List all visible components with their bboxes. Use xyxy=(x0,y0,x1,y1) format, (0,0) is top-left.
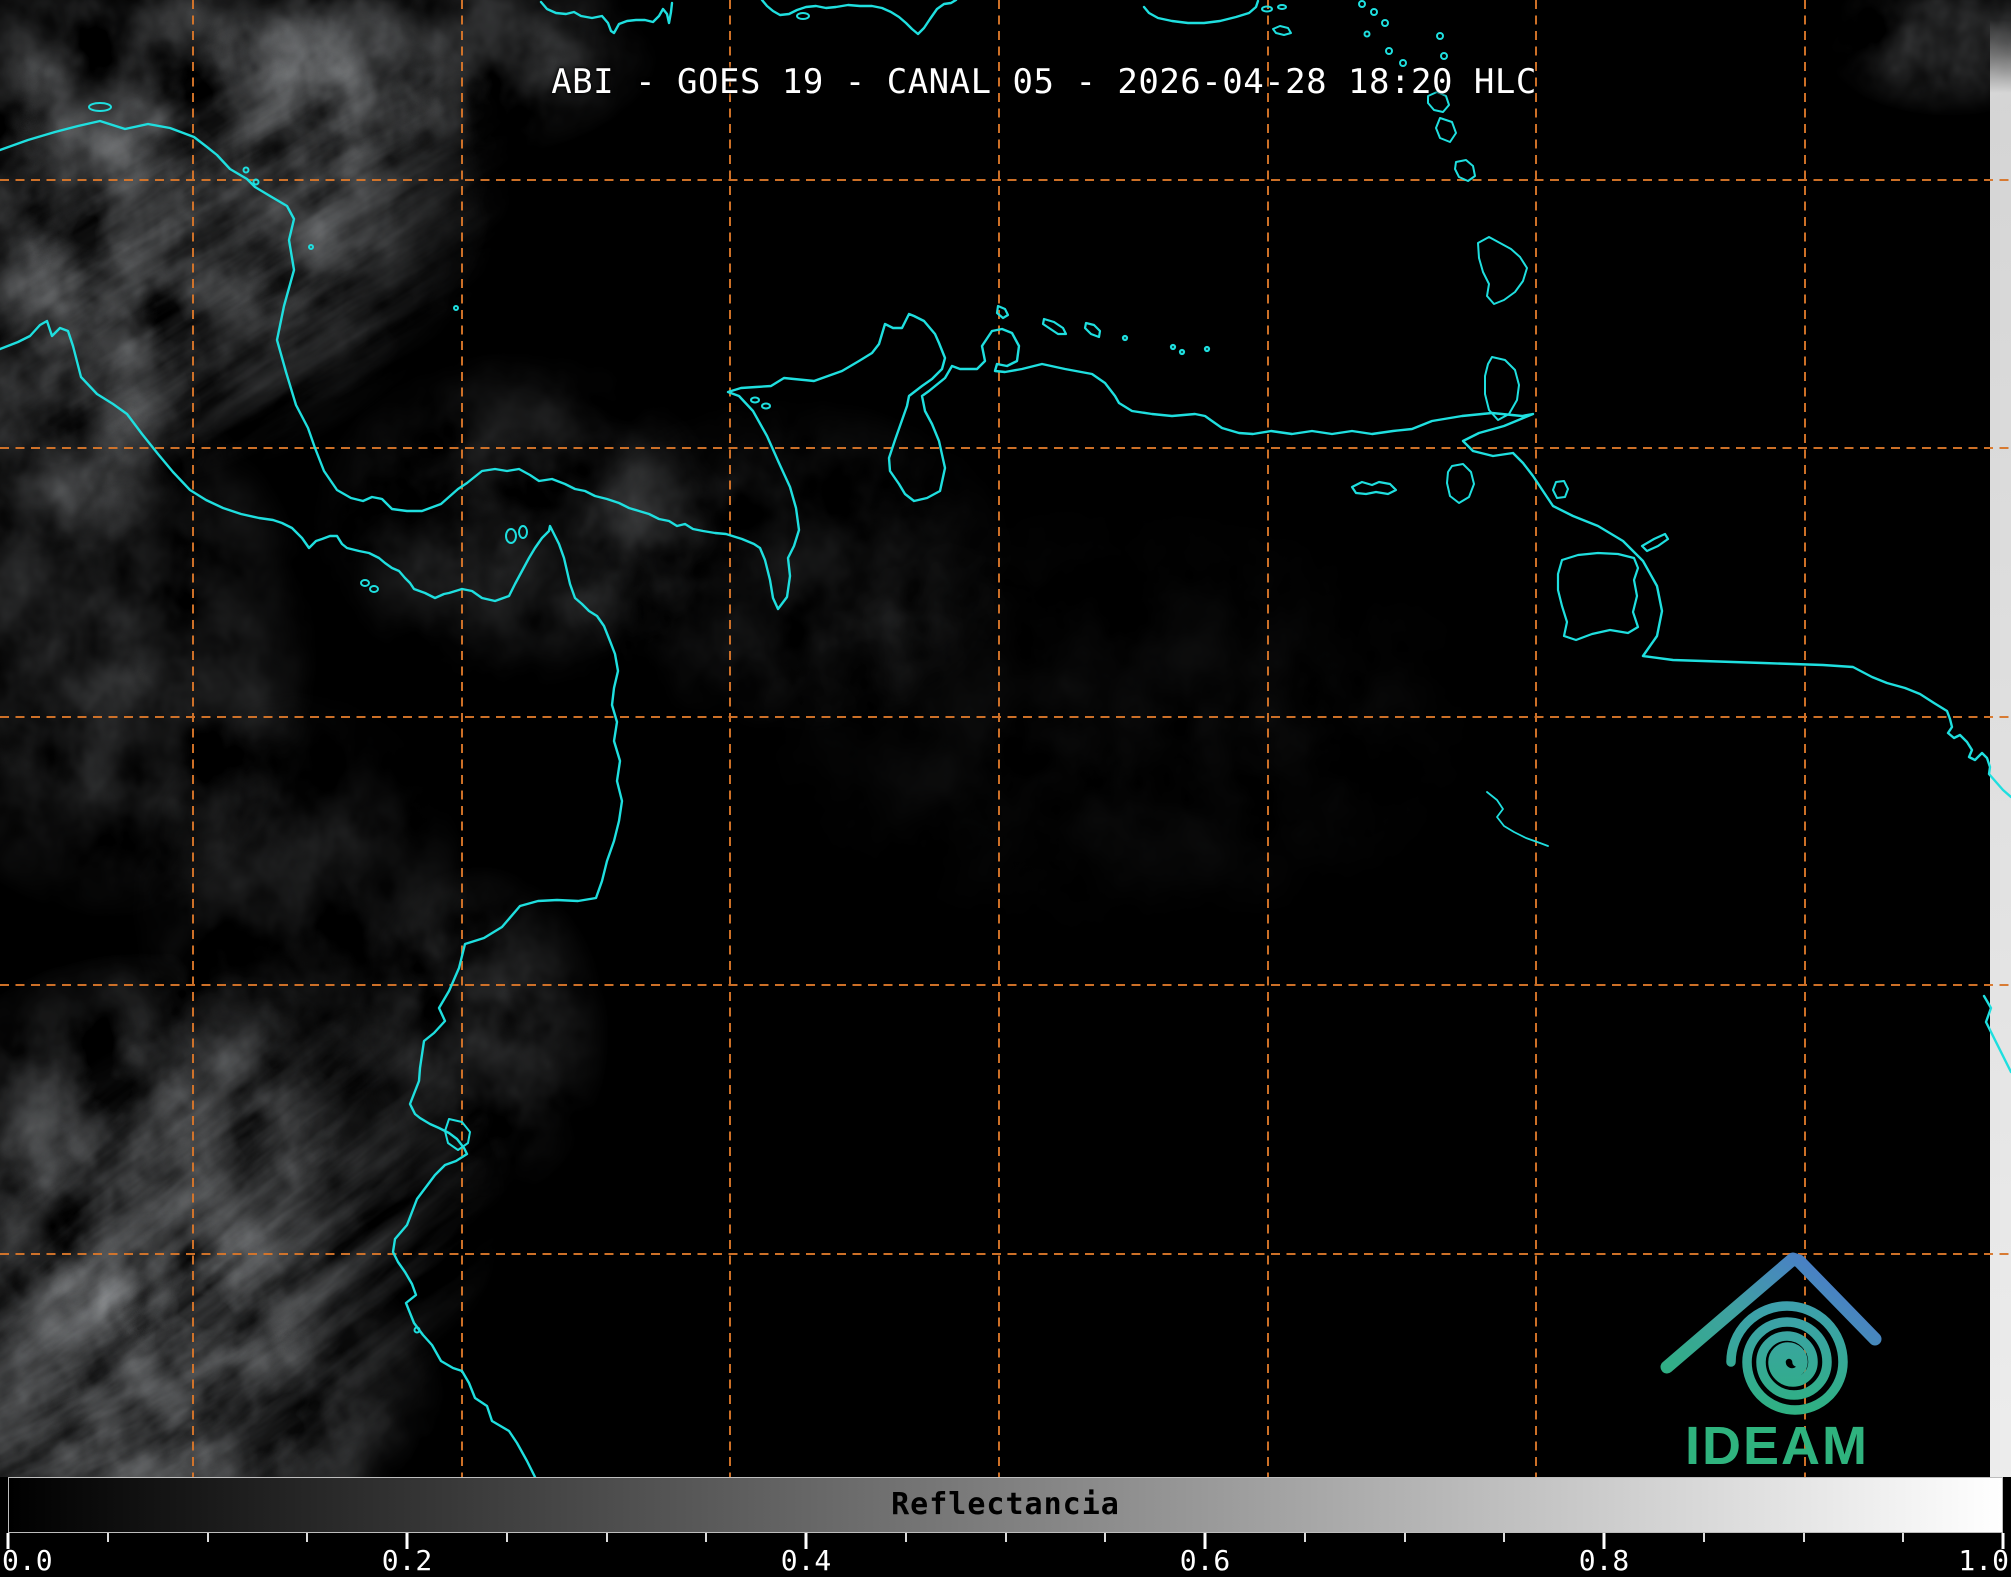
colorbar-tick-label: 0.0 xyxy=(2,1544,53,1577)
colorbar-tick-label: 0.6 xyxy=(1179,1544,1231,1577)
scan-edge-strip xyxy=(1990,20,2011,1477)
colorbar-minor-tick xyxy=(1403,1533,1406,1542)
colorbar-gradient: Reflectancia xyxy=(8,1477,2003,1533)
colorbar-tick-label: 0.4 xyxy=(780,1544,832,1577)
colorbar-minor-tick xyxy=(206,1533,209,1542)
colorbar-minor-tick xyxy=(106,1533,109,1542)
colorbar-minor-tick xyxy=(1503,1533,1506,1542)
colorbar-label: Reflectancia xyxy=(891,1486,1120,1522)
colorbar-minor-tick xyxy=(605,1533,608,1542)
colorbar-minor-tick xyxy=(904,1533,907,1542)
colorbar-minor-tick xyxy=(1802,1533,1805,1542)
colorbar-tick-label: 0.8 xyxy=(1578,1544,1630,1577)
colorbar-tick-label: 0.2 xyxy=(381,1544,433,1577)
colorbar-tick-label: 1.0 xyxy=(1958,1544,2009,1577)
image-title: ABI - GOES 19 - CANAL 05 - 2026-04-28 18… xyxy=(551,62,1537,102)
colorbar-minor-tick xyxy=(1004,1533,1007,1542)
colorbar-minor-tick xyxy=(1702,1533,1705,1542)
satellite-map: IDEAM xyxy=(0,0,2011,1477)
colorbar-minor-tick xyxy=(306,1533,309,1542)
colorbar-minor-tick xyxy=(705,1533,708,1542)
colorbar-minor-tick xyxy=(1303,1533,1306,1542)
colorbar-minor-tick xyxy=(1902,1533,1905,1542)
logo-text: IDEAM xyxy=(1685,1416,1869,1476)
colorbar-minor-tick xyxy=(505,1533,508,1542)
satellite-image-viewer: IDEAM ABI - GOES 19 - CANAL 05 - 2026-04… xyxy=(0,0,2011,1577)
colorbar-minor-tick xyxy=(1104,1533,1107,1542)
